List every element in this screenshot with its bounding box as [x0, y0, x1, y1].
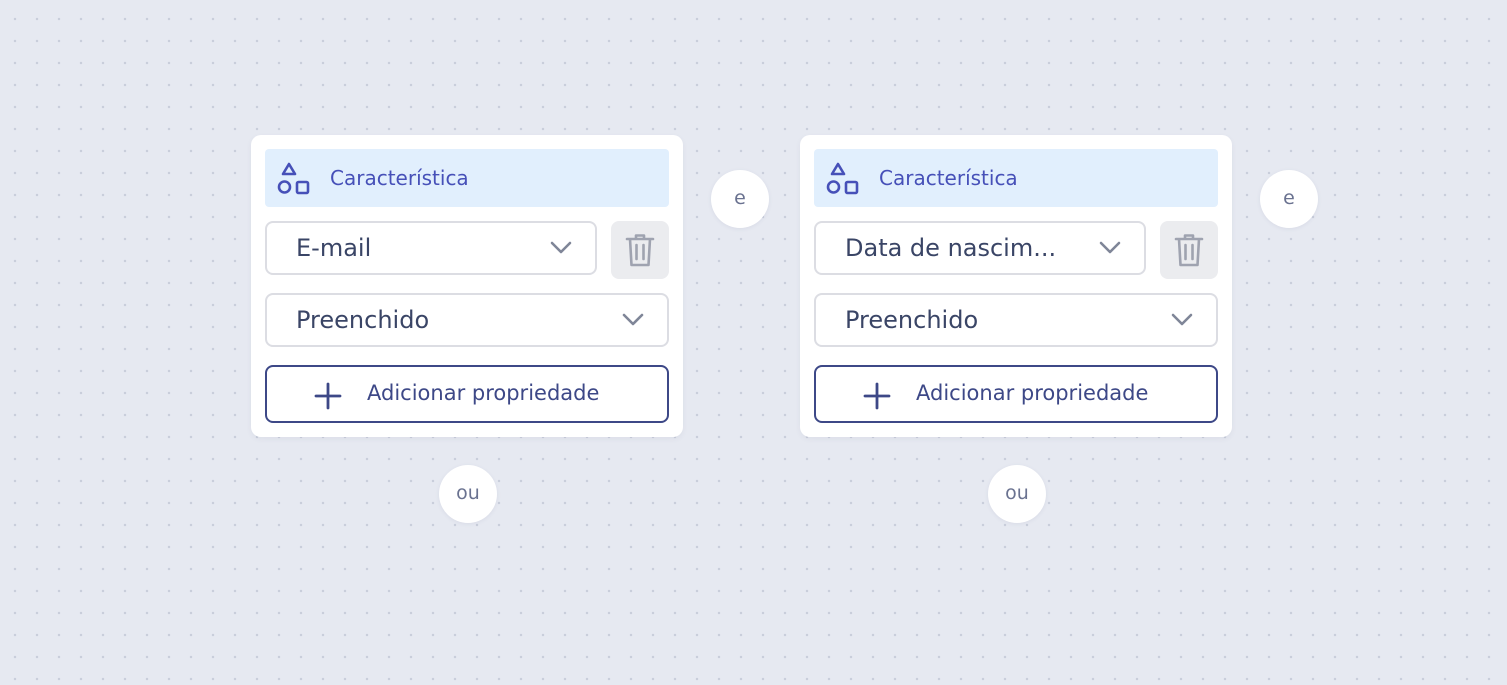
and-connector[interactable]: e: [1260, 170, 1318, 228]
operator-select[interactable]: Preenchido: [814, 293, 1218, 347]
chevron-down-icon: [1171, 313, 1193, 326]
operator-select-value: Preenchido: [845, 306, 979, 334]
attribute-select[interactable]: Data de nascim...: [814, 221, 1146, 275]
operator-select[interactable]: Preenchido: [265, 293, 669, 347]
or-connector[interactable]: ou: [439, 465, 497, 523]
delete-button[interactable]: [1160, 221, 1218, 279]
delete-button[interactable]: [611, 221, 669, 279]
shapes-icon: [826, 162, 859, 195]
chevron-down-icon: [550, 241, 572, 254]
plus-icon: [863, 382, 891, 410]
add-property-label: Adicionar propriedade: [916, 381, 1149, 405]
card-header-label: Característica: [330, 166, 469, 190]
add-property-button[interactable]: Adicionar propriedade: [814, 365, 1218, 423]
card-header: Característica: [814, 149, 1218, 207]
chevron-down-icon: [1099, 241, 1121, 254]
condition-card: Característica Data de nascim... Preench…: [800, 135, 1232, 437]
plus-icon: [314, 382, 342, 410]
card-header: Característica: [265, 149, 669, 207]
trash-icon: [1174, 234, 1204, 267]
condition-card: Característica E-mail Preenchido Adicion…: [251, 135, 683, 437]
add-property-button[interactable]: Adicionar propriedade: [265, 365, 669, 423]
attribute-select[interactable]: E-mail: [265, 221, 597, 275]
attribute-select-value: E-mail: [296, 234, 372, 262]
attribute-select-value: Data de nascim...: [845, 234, 1057, 262]
and-connector[interactable]: e: [711, 170, 769, 228]
shapes-icon: [277, 162, 310, 195]
or-connector[interactable]: ou: [988, 465, 1046, 523]
operator-select-value: Preenchido: [296, 306, 430, 334]
card-header-label: Característica: [879, 166, 1018, 190]
add-property-label: Adicionar propriedade: [367, 381, 600, 405]
chevron-down-icon: [622, 313, 644, 326]
trash-icon: [625, 234, 655, 267]
